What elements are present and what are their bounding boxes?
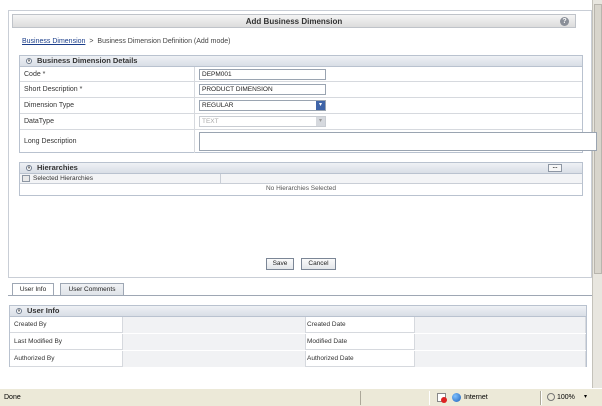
zoom-control[interactable]: 100% — [547, 389, 575, 406]
save-button[interactable]: Save — [266, 258, 294, 270]
select-hierarchies-button[interactable]: ... — [548, 164, 562, 172]
dimension-type-label: Dimension Type — [24, 102, 75, 109]
breadcrumb: Business Dimension > Business Dimension … — [22, 38, 230, 45]
created-by-value — [122, 317, 306, 333]
datatype-select: TEXT ▾ — [199, 116, 326, 127]
short-description-input[interactable]: PRODUCT DIMENSION — [199, 84, 326, 95]
long-description-label: Long Description — [24, 138, 77, 145]
last-modified-by-label: Last Modified By — [14, 338, 63, 345]
collapse-icon[interactable]: « — [26, 165, 32, 172]
dimension-type-value: REGULAR — [202, 102, 234, 109]
dimension-type-select[interactable]: REGULAR ▾ — [199, 100, 326, 111]
status-segment — [360, 391, 430, 405]
short-description-label: Short Description * — [24, 86, 83, 93]
hierarchies-section-title: Hierarchies — [37, 163, 78, 172]
zoom-dropdown-icon[interactable]: ▾ — [584, 389, 587, 406]
row-divider — [194, 98, 195, 113]
status-text: Done — [4, 394, 21, 401]
globe-icon — [452, 392, 461, 402]
authorized-date-value — [414, 351, 586, 367]
hierarchies-grid-header: Selected Hierarchies — [20, 174, 582, 184]
form-row-code: Code * DEPM001 — [20, 67, 582, 82]
zoom-level: 100% — [557, 394, 575, 401]
hierarchies-section-header[interactable]: « Hierarchies ... — [20, 163, 582, 174]
row-divider — [194, 82, 195, 97]
details-section: « Business Dimension Details Code * DEPM0… — [19, 55, 597, 153]
chevron-down-icon[interactable]: ▾ — [316, 101, 325, 110]
row-divider — [194, 114, 195, 129]
page-title-bar: Add Business Dimension ? — [12, 14, 576, 28]
datatype-value: TEXT — [202, 118, 219, 125]
info-row-modified: Last Modified By Modified Date — [10, 334, 586, 350]
cancel-button[interactable]: Cancel — [301, 258, 336, 270]
info-row-created: Created By Created Date — [10, 317, 586, 333]
datatype-label: DataType — [24, 118, 54, 125]
form-row-long-description: Long Description — [20, 130, 597, 153]
chevron-down-icon: ▾ — [316, 117, 325, 126]
zoom-icon — [547, 393, 555, 402]
collapse-icon[interactable]: « — [16, 308, 22, 315]
select-all-checkbox[interactable] — [22, 175, 30, 182]
tab-user-comments[interactable]: User Comments — [60, 283, 124, 295]
vertical-scrollbar[interactable] — [592, 0, 602, 388]
user-info-section-header[interactable]: « User Info — [10, 306, 586, 317]
created-by-label: Created By — [14, 321, 47, 328]
authorized-date-label: Authorized Date — [307, 355, 354, 362]
collapse-icon[interactable]: « — [26, 58, 32, 65]
last-modified-by-value — [122, 334, 306, 350]
modified-date-value — [414, 334, 586, 350]
created-date-value — [414, 317, 586, 333]
info-row-authorized: Authorized By Authorized Date — [10, 351, 586, 367]
popup-blocked-icon[interactable] — [437, 393, 447, 403]
breadcrumb-separator: > — [89, 38, 94, 45]
user-info-section-title: User Info — [27, 306, 60, 315]
column-header-selected-hierarchies: Selected Hierarchies — [33, 175, 93, 182]
zone-label: Internet — [464, 394, 488, 401]
status-segment — [540, 391, 542, 405]
user-info-panel: User Info User Comments « User Info Creat… — [8, 283, 592, 381]
tab-user-info[interactable]: User Info — [12, 283, 54, 295]
hierarchies-empty-message: No Hierarchies Selected — [265, 185, 337, 192]
row-divider — [194, 67, 195, 81]
breadcrumb-link-business-dimension[interactable]: Business Dimension — [22, 38, 85, 45]
hierarchies-section: « Hierarchies ... Selected Hierarchies No… — [19, 162, 583, 196]
security-zone: Internet — [452, 389, 488, 406]
form-row-short-description: Short Description * PRODUCT DIMENSION — [20, 82, 582, 98]
row-divider — [194, 130, 195, 153]
details-section-header[interactable]: « Business Dimension Details — [20, 56, 582, 67]
form-row-dimension-type: Dimension Type REGULAR ▾ — [20, 98, 582, 114]
breadcrumb-current: Business Dimension Definition (Add mode) — [97, 38, 231, 45]
code-label: Code * — [24, 71, 46, 78]
tab-divider — [8, 295, 592, 296]
browser-window: Add Business Dimension ? Business Dimens… — [0, 0, 602, 406]
authorized-by-label: Authorized By — [14, 355, 55, 362]
created-date-label: Created Date — [307, 321, 346, 328]
authorized-by-value — [122, 351, 306, 367]
help-icon[interactable]: ? — [560, 17, 569, 26]
user-info-section: « User Info Created By Created Date Last … — [9, 305, 587, 367]
modified-date-label: Modified Date — [307, 338, 348, 345]
details-section-title: Business Dimension Details — [37, 56, 138, 65]
browser-status-bar: Done Internet 100% ▾ — [0, 388, 602, 406]
page-title: Add Business Dimension — [245, 17, 343, 26]
column-divider — [220, 174, 221, 183]
long-description-textarea[interactable] — [199, 132, 597, 151]
form-row-datatype: DataType TEXT ▾ — [20, 114, 582, 130]
code-input[interactable]: DEPM001 — [199, 69, 326, 80]
